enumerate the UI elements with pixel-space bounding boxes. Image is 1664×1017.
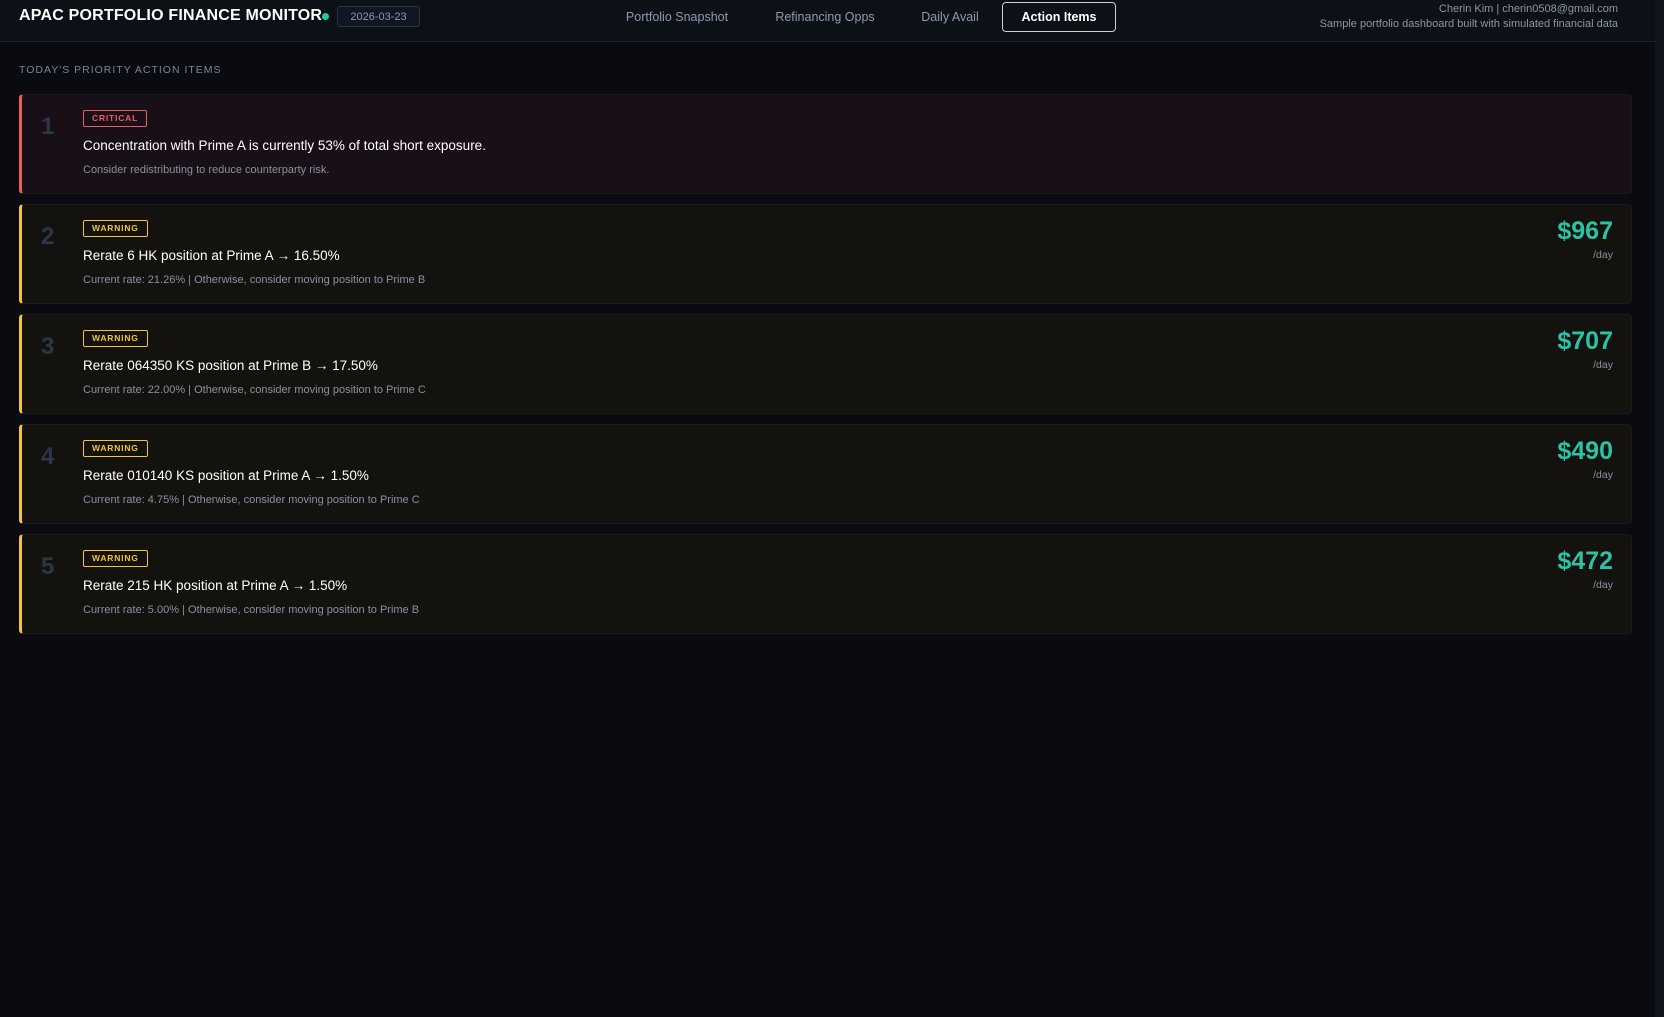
- app-title: APAC PORTFOLIO FINANCE MONITOR: [19, 7, 323, 24]
- item-number: 1: [41, 113, 55, 140]
- item-number: 5: [41, 553, 55, 580]
- item-detail: Current rate: 4.75% | Otherwise, conside…: [83, 494, 420, 506]
- item-detail: Current rate: 21.26% | Otherwise, consid…: [83, 274, 426, 286]
- item-detail: Consider redistributing to reduce counte…: [83, 164, 330, 176]
- item-title: Rerate 6 HK position at Prime A → 16.50%: [83, 248, 340, 263]
- severity-badge: WARNING: [83, 550, 148, 567]
- savings-unit: /day: [1593, 469, 1613, 481]
- item-title: Rerate 064350 KS position at Prime B → 1…: [83, 358, 378, 373]
- item-title: Rerate 010140 KS position at Prime A → 1…: [83, 468, 369, 483]
- severity-badge: CRITICAL: [83, 110, 148, 127]
- savings-unit: /day: [1593, 249, 1613, 261]
- data-disclaimer: Sample portfolio dashboard built with si…: [1319, 18, 1618, 30]
- item-title: Rerate 215 HK position at Prime A → 1.50…: [83, 578, 348, 593]
- author-info: Cherin Kim | cherin0508@gmail.com Sample…: [1320, 2, 1618, 32]
- item-number: 2: [41, 223, 55, 250]
- top-bar: APAC PORTFOLIO FINANCE MONITOR 2026-03-2…: [0, 0, 1655, 42]
- tab-daily-avail[interactable]: Daily Avail: [914, 2, 986, 32]
- tab-portfolio-snapshot[interactable]: Portfolio Snapshot: [622, 2, 732, 32]
- savings-amount: $707: [1557, 327, 1613, 355]
- action-item-warning[interactable]: 3 WARNING Rerate 064350 KS position at P…: [19, 314, 1632, 414]
- page-scrollbar[interactable]: [1655, 0, 1664, 1017]
- savings-amount: $472: [1557, 547, 1613, 575]
- live-status-dot-icon: [322, 13, 329, 20]
- section-title: TODAY'S PRIORITY ACTION ITEMS: [19, 64, 222, 76]
- item-number: 4: [41, 443, 55, 470]
- as-of-date-chip: 2026-03-23: [337, 6, 420, 27]
- action-item-warning[interactable]: 2 WARNING Rerate 6 HK position at Prime …: [19, 204, 1632, 304]
- savings-amount: $490: [1557, 437, 1613, 465]
- action-item-critical[interactable]: 1 CRITICAL Concentration with Prime A is…: [19, 94, 1632, 194]
- item-title: Concentration with Prime A is currently …: [83, 138, 486, 153]
- item-number: 3: [41, 333, 55, 360]
- severity-badge: WARNING: [83, 220, 148, 237]
- author-contact: Cherin Kim | cherin0508@gmail.com: [1438, 3, 1618, 15]
- severity-badge: WARNING: [83, 330, 148, 347]
- savings-unit: /day: [1593, 359, 1613, 371]
- savings-amount: $967: [1557, 217, 1613, 245]
- action-item-warning[interactable]: 4 WARNING Rerate 010140 KS position at P…: [19, 424, 1632, 524]
- action-items-list: 1 CRITICAL Concentration with Prime A is…: [19, 94, 1632, 644]
- item-detail: Current rate: 22.00% | Otherwise, consid…: [83, 384, 426, 396]
- tab-action-items[interactable]: Action Items: [1002, 2, 1116, 32]
- severity-badge: WARNING: [83, 440, 148, 457]
- savings-unit: /day: [1593, 579, 1613, 591]
- item-detail: Current rate: 5.00% | Otherwise, conside…: [83, 604, 420, 616]
- tab-refinancing-opps[interactable]: Refinancing Opps: [768, 2, 882, 32]
- action-item-warning[interactable]: 5 WARNING Rerate 215 HK position at Prim…: [19, 534, 1632, 634]
